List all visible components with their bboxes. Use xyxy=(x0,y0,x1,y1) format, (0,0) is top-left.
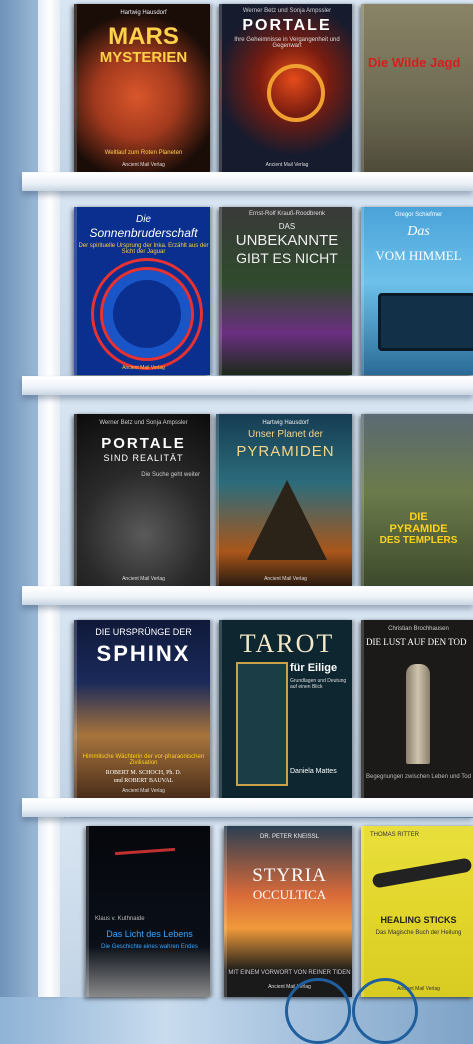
book-title: DIE LUST AUF DEN TOD xyxy=(366,637,467,647)
circle-decoration-icon xyxy=(352,978,418,1044)
shelf-3 xyxy=(22,586,473,605)
book-author: und ROBERT BAUVAL xyxy=(113,778,174,784)
circle-decoration-icon xyxy=(285,978,351,1044)
book-publisher: Ancient Mail Verlag xyxy=(122,788,165,794)
book-title: MYSTERIEN xyxy=(99,49,188,66)
shelf-1 xyxy=(22,172,473,191)
book-pyramide-des-templers[interactable]: DIE PYRAMIDE DES TEMPLERS xyxy=(361,414,473,586)
pyramid-image xyxy=(247,480,327,560)
book-title: Das Licht des Lebens xyxy=(106,929,193,939)
book-title: DES TEMPLERS xyxy=(379,535,458,546)
book-subtitle: Die Geschichte eines wahren Endes xyxy=(101,944,198,950)
book-die-lust-auf-den-tod[interactable]: Christian Brochhausen DIE LUST AUF DEN T… xyxy=(361,620,473,798)
book-title: STYRIA xyxy=(252,865,327,886)
book-title: Unser Planet der xyxy=(247,429,324,440)
book-author: Hartwig Hausdorf xyxy=(120,10,167,16)
book-portale[interactable]: Werner Betz und Sonja Ampssler PORTALE I… xyxy=(219,4,352,172)
book-subtitle: Grundlagen und Deutung auf einen Blick xyxy=(290,678,347,690)
book-subtitle: MIT EINEM VORWORT VON REINER TIDEN xyxy=(228,970,351,976)
book-subtitle: Das Magische Buch der Heilung xyxy=(375,930,462,936)
book-title: GIBT ES NICHT xyxy=(236,250,338,266)
book-author: Ernst-Rolf Krauß-Roodbrenk xyxy=(248,211,326,217)
book-title: DIE URSPRÜNGE DER xyxy=(95,627,192,637)
book-vom-himmel[interactable]: Gregor Schiefmer Das VOM HIMMEL xyxy=(361,207,473,375)
book-author: Werner Betz und Sonja Ampssler xyxy=(99,420,188,426)
book-mars-mysterien[interactable]: Hartwig Hausdorf MARS MYSTERIEN Weltlauf… xyxy=(74,4,210,172)
book-tarot-fuer-eilige[interactable]: TAROT für Eilige Grundlagen und Deutung … xyxy=(219,620,352,798)
shelf-2 xyxy=(22,376,473,395)
book-title: HEALING STICKS xyxy=(380,915,457,925)
ufo-image xyxy=(114,847,176,856)
book-author: DR. PETER KNEISSL xyxy=(259,834,319,840)
book-subtitle: Der spirituelle Ursprung der Inka. Erzäh… xyxy=(78,243,209,256)
shelf-4 xyxy=(22,798,473,817)
book-author: ROBERT M. SCHOCH, Ph. D. xyxy=(105,770,182,776)
book-author: Klaus v. Kuthnaide xyxy=(95,916,145,922)
book-die-wilde-jagd[interactable]: Die Wilde Jagd xyxy=(361,4,473,172)
book-author: Werner Betz und Sonja Ampssler xyxy=(242,8,332,14)
book-publisher: Ancient Mail Verlag xyxy=(122,576,165,582)
tarot-card-image xyxy=(236,662,288,786)
book-title: Die xyxy=(135,214,151,225)
book-das-unbekannte[interactable]: Ernst-Rolf Krauß-Roodbrenk DAS UNBEKANNT… xyxy=(219,207,352,375)
book-title: OCCULTICA xyxy=(252,887,327,902)
spiral-icon xyxy=(100,267,194,361)
portal-ring-icon xyxy=(267,64,325,122)
book-author: Gregor Schiefmer xyxy=(394,212,443,218)
book-title: DIE xyxy=(409,511,428,523)
book-author: THOMAS RITTER xyxy=(370,832,419,838)
tablet-image xyxy=(378,293,473,351)
book-publisher: Ancient Mail Verlag xyxy=(265,162,309,168)
book-title: SIND REALITÄT xyxy=(103,453,184,463)
book-title: PORTALE xyxy=(242,17,332,34)
book-title: für Eilige xyxy=(290,662,338,674)
book-publisher: Ancient Mail Verlag xyxy=(264,576,307,582)
book-styria-occultica[interactable]: DR. PETER KNEISSL STYRIA OCCULTICA MIT E… xyxy=(224,826,352,997)
book-urspruenge-der-sphinx[interactable]: DIE URSPRÜNGE DER SPHINX Himmlische Wäch… xyxy=(74,620,210,798)
book-title: TAROT xyxy=(239,629,335,658)
book-planet-der-pyramiden[interactable]: Hartwig Hausdorf Unser Planet der PYRAMI… xyxy=(216,414,352,586)
book-title: UNBEKANNTE xyxy=(235,232,339,249)
book-title: MARS xyxy=(108,23,179,50)
book-title: Sonnenbruderschaft xyxy=(89,226,198,240)
book-author: Christian Brochhausen xyxy=(388,626,449,632)
book-title: PYRAMIDEN xyxy=(236,443,335,460)
book-publisher: Ancient Mail Verlag xyxy=(122,162,165,168)
book-healing-sticks[interactable]: THOMAS RITTER HEALING STICKS Das Magisch… xyxy=(361,826,473,997)
book-subtitle: Himmlische Wächterin der vor-pharaonisch… xyxy=(82,754,205,767)
book-publisher: Ancient Mail Verlag xyxy=(122,365,165,371)
book-author: Hartwig Hausdorf xyxy=(262,420,309,426)
stick-image xyxy=(371,857,473,889)
book-title: VOM HIMMEL xyxy=(375,248,462,263)
book-subtitle: Begegnungen zwischen Leben und Tod xyxy=(366,774,471,780)
book-licht-des-lebens[interactable]: Klaus v. Kuthnaide Das Licht des Lebens … xyxy=(86,826,210,997)
book-author: Daniela Mattes xyxy=(290,768,337,775)
book-title: Das xyxy=(407,224,430,239)
book-sonnenbruderschaft[interactable]: Die Sonnenbruderschaft Der spirituelle U… xyxy=(74,207,210,375)
book-title: SPHINX xyxy=(96,641,191,666)
book-title: PORTALE xyxy=(101,435,186,452)
book-subtitle: Die Suche geht weiter xyxy=(141,472,200,478)
book-portale-sind-realitaet[interactable]: Werner Betz und Sonja Ampssler PORTALE S… xyxy=(74,414,210,586)
statue-image xyxy=(406,664,430,764)
book-subtitle: Weltlauf zum Roten Planeten xyxy=(104,150,183,156)
book-subtitle: Ihre Geheimnisse in Vergangenheit und Ge… xyxy=(234,37,340,50)
book-title: Die Wilde Jagd xyxy=(368,55,461,70)
book-title: PYRAMIDE xyxy=(389,523,448,535)
book-title: DAS xyxy=(278,222,296,231)
